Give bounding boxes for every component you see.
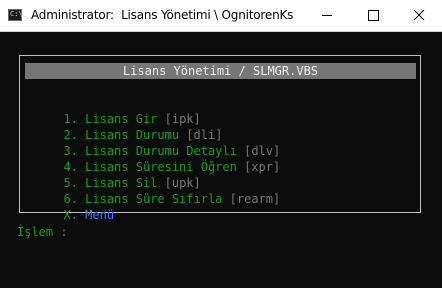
window-title: Administrator: Lisans Yönetimi \ Ognitor… <box>31 8 294 22</box>
menu-item-menu: X. Menü <box>49 191 114 223</box>
close-button[interactable] <box>396 0 442 31</box>
minimize-button[interactable] <box>304 0 350 31</box>
command-prompt: İşlem : <box>17 225 68 239</box>
maximize-button[interactable] <box>350 0 396 31</box>
menu-header: Lisans Yönetimi / SLMGR.VBS <box>25 63 416 79</box>
title-bar[interactable]: C:\ Administrator: Lisans Yönetimi \ Ogn… <box>0 0 442 32</box>
maximize-icon <box>368 10 379 21</box>
minimize-icon <box>322 15 332 16</box>
menu-item-label: Menü <box>85 208 115 222</box>
console-app-icon[interactable]: C:\ <box>8 9 23 21</box>
menu-item-key: X. <box>63 208 78 222</box>
close-icon <box>413 9 425 21</box>
console-app-icon-text: C:\ <box>10 10 23 18</box>
menu-item-code: [rearm] <box>229 192 281 206</box>
menu-item-code: [xpr] <box>244 160 281 174</box>
